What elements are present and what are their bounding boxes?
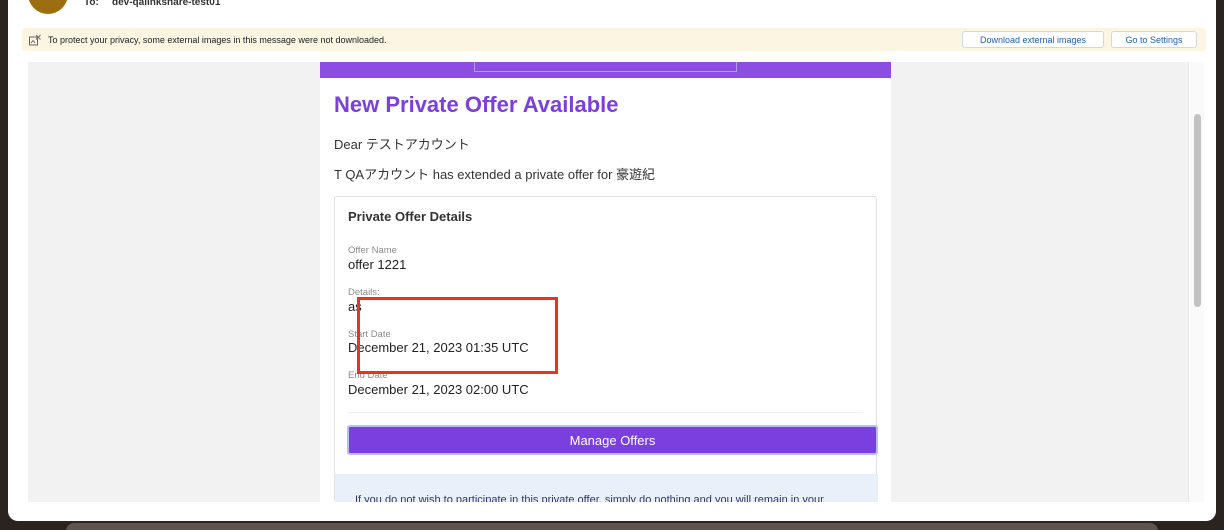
dock [66, 523, 1158, 530]
start-date-value: December 21, 2023 01:35 UTC [348, 340, 529, 355]
download-external-images-button[interactable]: Download external images [962, 31, 1104, 48]
go-to-settings-button[interactable]: Go to Settings [1111, 31, 1197, 48]
manage-offers-button[interactable]: Manage Offers [347, 425, 878, 455]
privacy-message: To protect your privacy, some external i… [48, 34, 387, 45]
divider [348, 412, 863, 413]
offer-name-label: Offer Name [348, 245, 397, 256]
email-title: New Private Offer Available [334, 92, 619, 117]
email-card: New Private Offer Available Dear テストアカウン… [320, 62, 891, 502]
to-label: To: [84, 0, 99, 8]
mail-window: To: dev-qalinkshare-test01 To protect yo… [8, 0, 1216, 521]
message-header: To: dev-qalinkshare-test01 [8, 0, 1216, 22]
notice-box: If you do not wish to participate in thi… [335, 474, 878, 502]
header-logo-box [474, 62, 737, 72]
privacy-bar: To protect your privacy, some external i… [22, 28, 1206, 51]
intro-text: T QAアカウント has extended a private offer f… [334, 167, 656, 182]
to-recipient[interactable]: dev-qalinkshare-test01 [112, 0, 220, 8]
details-value: as [348, 299, 362, 314]
offer-name-value: offer 1221 [348, 257, 407, 272]
greeting: Dear テストアカウント [334, 137, 470, 152]
end-date-label: End Date [348, 370, 388, 381]
scrollbar[interactable] [1188, 62, 1204, 502]
end-date-value: December 21, 2023 02:00 UTC [348, 382, 529, 397]
details-label: Details: [348, 287, 380, 298]
offer-details-box: Private Offer Details Offer Name offer 1… [334, 196, 878, 502]
scrollbar-thumb[interactable] [1194, 114, 1201, 307]
avatar [28, 0, 68, 14]
message-body[interactable]: New Private Offer Available Dear テストアカウン… [28, 62, 1188, 502]
details-title: Private Offer Details [348, 209, 473, 224]
image-blocked-icon [28, 33, 42, 47]
start-date-label: Start Date [348, 329, 391, 340]
notice-text: If you do not wish to participate in thi… [355, 494, 824, 502]
email-header-band [320, 62, 891, 78]
